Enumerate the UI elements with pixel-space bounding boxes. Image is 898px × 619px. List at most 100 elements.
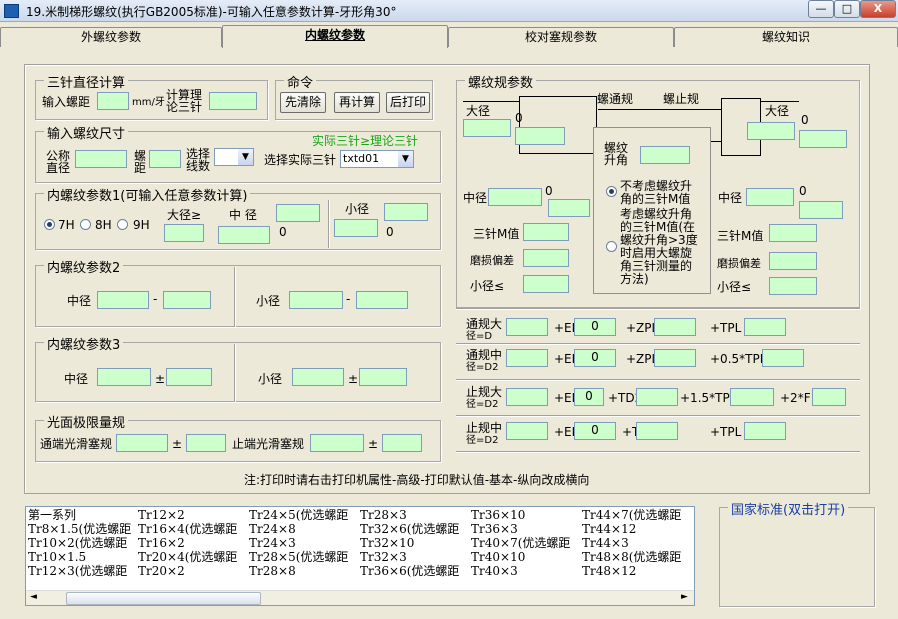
f2-tpl-input <box>730 388 774 406</box>
tolerance-9h-label: 9H <box>133 218 150 232</box>
nogo-mval-input <box>769 224 817 242</box>
f0-ei-input: 0 <box>574 318 616 336</box>
list-item[interactable]: Tr44×12 <box>582 522 636 536</box>
list-item[interactable]: Tr10×1.5 <box>28 550 86 564</box>
list-item[interactable]: Tr24×8 <box>249 522 296 536</box>
list-item[interactable]: Tr28×3 <box>360 508 407 522</box>
p2-pitch-dash: - <box>153 292 158 306</box>
national-standard-group[interactable]: 国家标准(双击打开) <box>719 499 875 607</box>
list-item[interactable]: Tr16×2 <box>138 536 185 550</box>
p3-pitch-tol-input <box>166 368 212 386</box>
pitch-upper-input[interactable] <box>276 204 320 222</box>
no-lead-line-2: 角的三针M值 <box>620 192 691 206</box>
list-item[interactable]: Tr24×5(优选螺距 <box>249 508 348 522</box>
divider <box>456 308 860 309</box>
dim-line <box>761 101 799 102</box>
nogo-pitch-input <box>746 188 794 206</box>
minor-upper-input[interactable] <box>384 203 428 221</box>
internal-params-2-group: 内螺纹参数2 中径 - 小径 - <box>35 257 441 327</box>
minimize-button[interactable]: — <box>808 0 834 18</box>
lead-angle-box: 螺纹 升角 不考虑螺纹升 角的三针M值 考虑螺纹升角 的三针M值(在 螺纹升角>… <box>593 127 711 294</box>
list-item[interactable]: Tr12×2 <box>138 508 185 522</box>
params-3-legend: 内螺纹参数3 <box>44 334 124 353</box>
tab-check-plug-gauge[interactable]: 校对塞规参数 <box>448 27 674 47</box>
plain-gauge-legend: 光面极限量规 <box>44 412 129 431</box>
list-item[interactable]: 第一系列 <box>28 508 76 522</box>
f2-tpl-label: +1.5*TPL <box>680 391 737 405</box>
divider <box>234 344 235 402</box>
nogo-wear-input <box>769 252 817 270</box>
list-item[interactable]: Tr44×7(优选螺距 <box>582 508 681 522</box>
actual-pin-select[interactable]: txtd01 ▼ <box>340 150 414 168</box>
tolerance-9h-radio[interactable] <box>117 219 128 230</box>
list-item[interactable]: Tr16×4(优选螺距 <box>138 522 237 536</box>
list-item[interactable]: Tr20×4(优选螺距 <box>138 550 237 564</box>
go-minor-input <box>523 275 569 293</box>
nogo-major-zero: 0 <box>801 113 809 127</box>
pitch-zero-label: 0 <box>279 225 287 239</box>
go-major-zero: 0 <box>515 111 523 125</box>
list-item[interactable]: Tr12×3(优选螺距 <box>28 564 127 578</box>
p2-pitch-label: 中径 <box>67 294 92 308</box>
go-plug-label: 通端光滑塞规 <box>40 437 113 451</box>
scroll-right-icon[interactable]: ► <box>681 592 688 602</box>
starts-select[interactable]: ▼ <box>214 148 254 166</box>
clear-button[interactable]: 先清除 <box>280 92 326 113</box>
list-item[interactable]: Tr48×12 <box>582 564 636 578</box>
maximize-button[interactable]: □ <box>834 0 860 18</box>
list-item[interactable]: Tr28×8 <box>249 564 296 578</box>
f0-zpl-input <box>654 318 696 336</box>
p3-minor-tol-input <box>359 368 407 386</box>
tab-external-thread[interactable]: 外螺纹参数 <box>0 27 222 47</box>
list-item[interactable]: Tr40×3 <box>471 564 518 578</box>
pitch-diameter-input[interactable] <box>218 226 270 244</box>
print-button[interactable]: 后打印 <box>386 92 430 113</box>
list-item[interactable]: Tr40×7(优选螺距 <box>471 536 570 550</box>
list-item[interactable]: Tr20×2 <box>138 564 185 578</box>
size-input-legend: 输入螺纹尺寸 <box>44 123 129 142</box>
tab-thread-knowledge[interactable]: 螺纹知识 <box>674 27 898 47</box>
list-item[interactable]: Tr36×3 <box>471 522 518 536</box>
list-item[interactable]: Tr28×5(优选螺距 <box>249 550 348 564</box>
go-major-input <box>463 119 511 137</box>
close-button[interactable]: X <box>860 0 896 18</box>
pitch-size-input[interactable] <box>149 150 181 168</box>
nominal-diameter-input[interactable] <box>75 150 127 168</box>
scrollbar-thumb[interactable] <box>66 592 261 605</box>
list-item[interactable]: Tr40×10 <box>471 550 525 564</box>
f2-ei-input: 0 <box>574 388 604 406</box>
pitch-input[interactable] <box>97 92 129 110</box>
tab-internal-thread[interactable]: 内螺纹参数 <box>222 25 448 48</box>
recalculate-button[interactable]: 再计算 <box>334 92 380 113</box>
scroll-left-icon[interactable]: ◄ <box>30 592 37 602</box>
national-standard-legend[interactable]: 国家标准(双击打开) <box>728 499 849 518</box>
with-lead-angle-radio[interactable] <box>606 241 617 252</box>
list-item[interactable]: Tr32×3 <box>360 550 407 564</box>
list-item[interactable]: Tr44×3 <box>582 536 629 550</box>
list-item[interactable]: Tr8×1.5(优选螺距 <box>28 522 131 536</box>
list-item[interactable]: Tr32×6(优选螺距 <box>360 522 459 536</box>
p2-minor-dash: - <box>346 292 351 306</box>
list-item[interactable]: Tr48×8(优选螺距 <box>582 550 681 564</box>
p3-pitch-label: 中径 <box>64 372 89 386</box>
nogo-pitch-tol-input <box>799 201 843 219</box>
horizontal-scrollbar[interactable]: ◄ ► <box>26 590 694 605</box>
three-pin-legend: 三针直径计算 <box>44 72 129 91</box>
list-item[interactable]: Tr10×2(优选螺距 <box>28 536 127 550</box>
nogo-pitch-label: 中径 <box>718 191 743 205</box>
no-lead-angle-radio[interactable] <box>606 186 617 197</box>
divider <box>456 415 860 416</box>
list-item[interactable]: Tr24×3 <box>249 536 296 550</box>
tolerance-7h-radio[interactable] <box>44 219 55 230</box>
tolerance-8h-radio[interactable] <box>80 219 91 230</box>
command-group: 命令 先清除 再计算 后打印 <box>275 72 433 120</box>
list-item[interactable]: Tr36×6(优选螺距 <box>360 564 459 578</box>
major-diameter-input[interactable] <box>164 224 204 242</box>
nogo-pitch-formula-label-2: 径=D2 <box>466 435 499 446</box>
starts-label-2: 线数 <box>186 159 211 173</box>
list-item[interactable]: Tr32×10 <box>360 536 414 550</box>
f1-tpl-input <box>762 349 804 367</box>
go-mval-label: 三针M值 <box>473 227 520 241</box>
minor-diameter-input[interactable] <box>334 219 378 237</box>
list-item[interactable]: Tr36×10 <box>471 508 525 522</box>
